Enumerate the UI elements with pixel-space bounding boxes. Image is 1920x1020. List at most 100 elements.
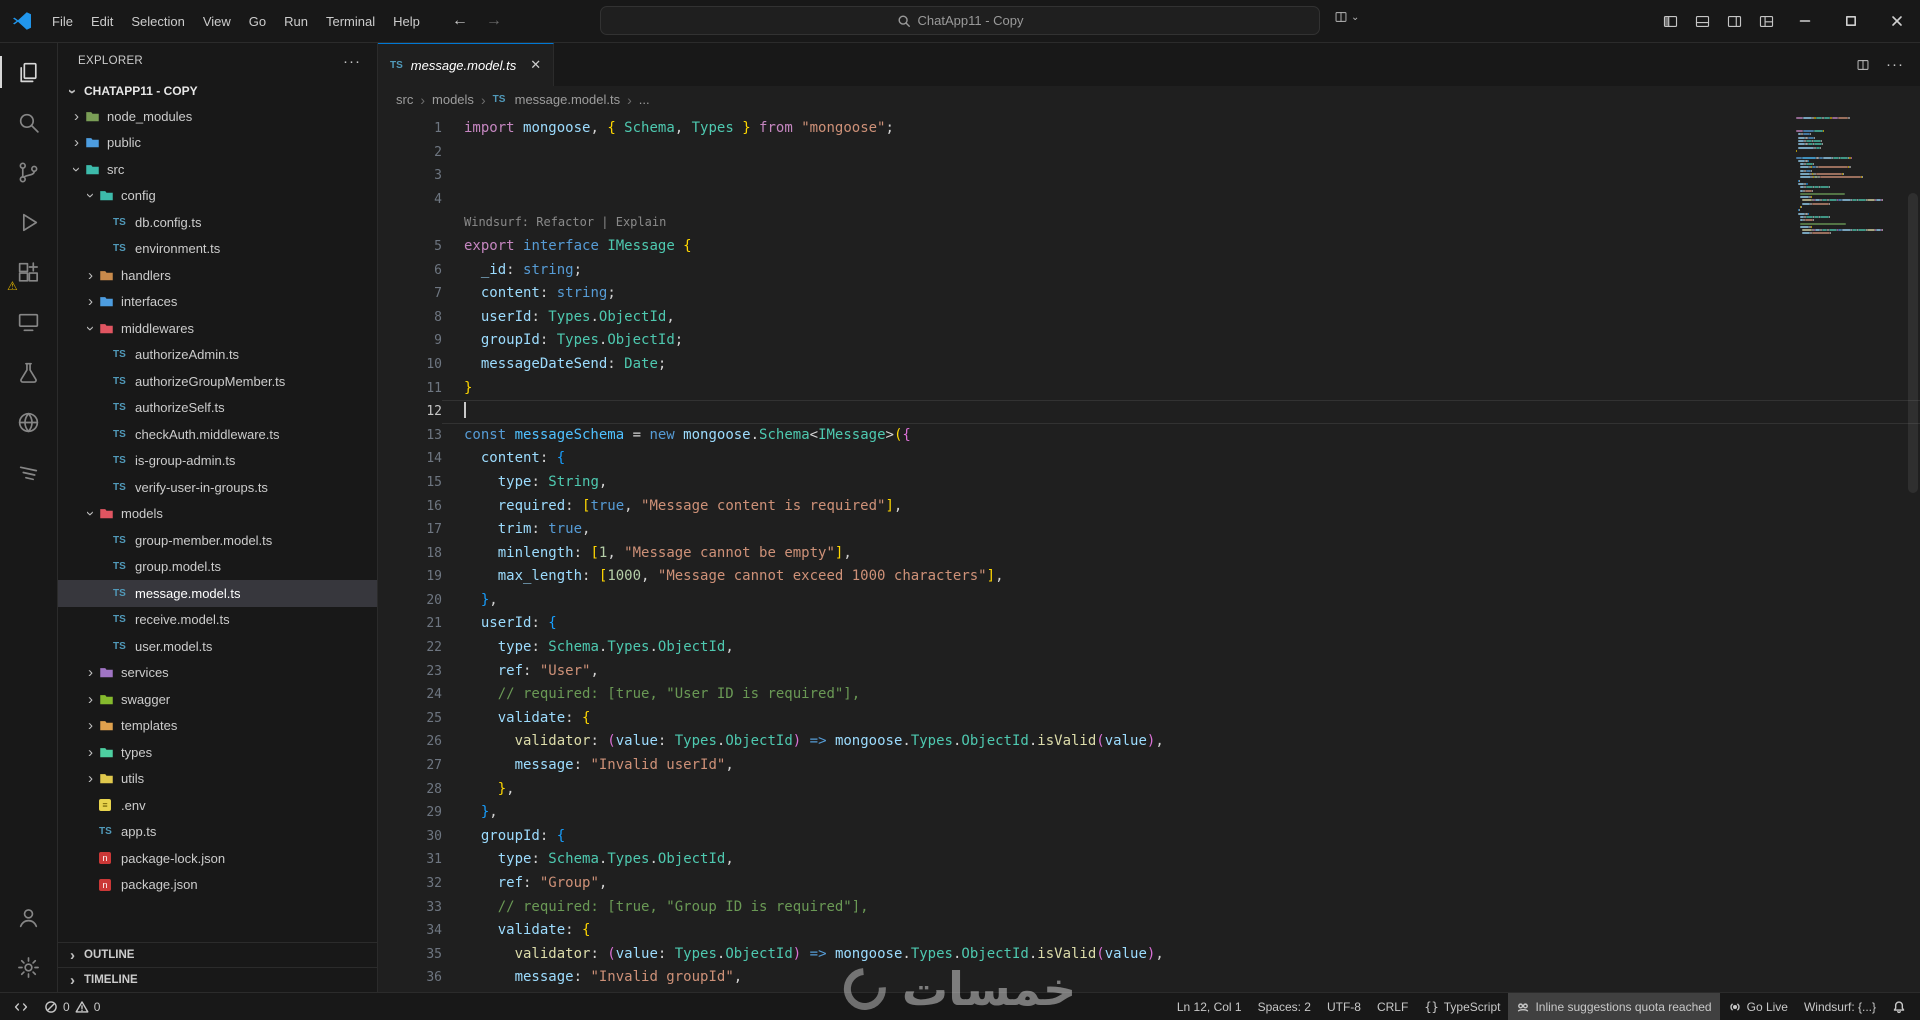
toggle-panel-right-button[interactable]: [1718, 6, 1750, 36]
tree-item-swagger[interactable]: › swagger: [58, 686, 377, 713]
customize-layout-button[interactable]: [1750, 6, 1782, 36]
tree-item-interfaces[interactable]: › interfaces: [58, 289, 377, 316]
tree-item-app-ts[interactable]: TS app.ts: [58, 819, 377, 846]
menu-edit[interactable]: Edit: [82, 10, 122, 33]
code-line-text[interactable]: message: "Invalid userId",: [442, 754, 1920, 778]
code-line-text[interactable]: [442, 188, 1920, 212]
section-outline[interactable]: › OUTLINE: [58, 942, 377, 967]
menu-go[interactable]: Go: [240, 10, 275, 33]
command-center-search[interactable]: ChatApp11 - Copy: [600, 6, 1320, 35]
code-line-text[interactable]: type: Schema.Types.ObjectId,: [442, 636, 1920, 660]
code-line-text[interactable]: [442, 400, 1920, 424]
tree-item-models[interactable]: › models: [58, 501, 377, 528]
menu-terminal[interactable]: Terminal: [317, 10, 384, 33]
code-line-text[interactable]: content: string;: [442, 282, 1920, 306]
editor-more-actions-icon[interactable]: ···: [1886, 56, 1904, 73]
code-line-text[interactable]: message: "Invalid groupId",: [442, 966, 1920, 990]
tree-item-public[interactable]: › public: [58, 130, 377, 157]
breadcrumb-item[interactable]: TS message.model.ts: [493, 92, 621, 107]
tree-item-utils[interactable]: › utils: [58, 766, 377, 793]
tree-item-node-modules[interactable]: › node_modules: [58, 103, 377, 130]
breadcrumb-item[interactable]: src: [396, 92, 413, 107]
maximize-button[interactable]: [1828, 0, 1874, 42]
code-line-text[interactable]: export interface IMessage {: [442, 235, 1920, 259]
eol-status[interactable]: CRLF: [1369, 993, 1416, 1020]
go-live-button[interactable]: Go Live: [1720, 993, 1796, 1020]
history-back-button[interactable]: ←: [452, 12, 468, 30]
code-line-text[interactable]: type: Schema.Types.ObjectId,: [442, 848, 1920, 872]
code-line-text[interactable]: [442, 141, 1920, 165]
code-line-text[interactable]: validator: (value: Types.ObjectId) => mo…: [442, 730, 1920, 754]
tree-item-receive-model-ts[interactable]: TS receive.model.ts: [58, 607, 377, 634]
indentation-status[interactable]: Spaces: 2: [1250, 993, 1319, 1020]
tree-item-src[interactable]: › src: [58, 156, 377, 183]
code-line-text[interactable]: import mongoose, { Schema, Types } from …: [442, 117, 1920, 141]
activity-bar-search[interactable]: [0, 97, 57, 147]
tree-item-package-lock-json[interactable]: n package-lock.json: [58, 845, 377, 872]
tree-item-authorizeadmin-ts[interactable]: TS authorizeAdmin.ts: [58, 342, 377, 369]
menu-file[interactable]: File: [43, 10, 82, 33]
windsurf-codelens[interactable]: Windsurf: Refactor | Explain: [442, 211, 1920, 235]
code-editor[interactable]: 1 import mongoose, { Schema, Types } from…: [378, 113, 1920, 992]
tree-item-templates[interactable]: › templates: [58, 713, 377, 740]
activity-bar-accounts[interactable]: [0, 892, 57, 942]
activity-bar-testing[interactable]: [0, 347, 57, 397]
tree-item-authorizeself-ts[interactable]: TS authorizeSelf.ts: [58, 395, 377, 422]
tree-item-checkauth-middleware-ts[interactable]: TS checkAuth.middleware.ts: [58, 421, 377, 448]
tree-item-is-group-admin-ts[interactable]: TS is-group-admin.ts: [58, 448, 377, 475]
remote-indicator[interactable]: [6, 993, 36, 1020]
menu-view[interactable]: View: [194, 10, 240, 33]
cursor-position[interactable]: Ln 12, Col 1: [1169, 993, 1250, 1020]
layout-dropdown-button[interactable]: ⌄: [1334, 10, 1359, 24]
code-line-text[interactable]: content: {: [442, 447, 1920, 471]
menu-run[interactable]: Run: [275, 10, 317, 33]
code-line-text[interactable]: }: [442, 377, 1920, 401]
code-line-text[interactable]: },: [442, 778, 1920, 802]
code-line-text[interactable]: messageDateSend: Date;: [442, 353, 1920, 377]
tree-item-types[interactable]: › types: [58, 739, 377, 766]
inline-suggestions-status[interactable]: Inline suggestions quota reached: [1508, 993, 1720, 1020]
code-line-text[interactable]: const messageSchema = new mongoose.Schem…: [442, 424, 1920, 448]
code-line-text[interactable]: max_length: [1000, "Message cannot excee…: [442, 565, 1920, 589]
code-line-text[interactable]: type: String,: [442, 471, 1920, 495]
activity-bar-extension-custom[interactable]: [0, 397, 57, 447]
code-line-text[interactable]: ref: "Group",: [442, 872, 1920, 896]
code-line-text[interactable]: validator: (value: Types.ObjectId) => mo…: [442, 943, 1920, 967]
minimize-button[interactable]: [1782, 0, 1828, 42]
toggle-panel-bottom-button[interactable]: [1686, 6, 1718, 36]
code-line-text[interactable]: groupId: Types.ObjectId;: [442, 329, 1920, 353]
code-line-text[interactable]: userId: {: [442, 612, 1920, 636]
tree-item-db-config-ts[interactable]: TS db.config.ts: [58, 209, 377, 236]
split-editor-icon[interactable]: [1856, 58, 1870, 72]
history-forward-button[interactable]: →: [486, 12, 502, 30]
tree-item-authorizegroupmember-ts[interactable]: TS authorizeGroupMember.ts: [58, 368, 377, 395]
toggle-panel-left-button[interactable]: [1654, 6, 1686, 36]
tab-message-model-ts[interactable]: TS message.model.ts ✕: [378, 43, 555, 86]
tree-item-verify-user-in-groups-ts[interactable]: TS verify-user-in-groups.ts: [58, 474, 377, 501]
code-line-text[interactable]: },: [442, 589, 1920, 613]
activity-bar-run-and-debug[interactable]: [0, 197, 57, 247]
windsurf-status[interactable]: Windsurf: {...}: [1796, 993, 1884, 1020]
notifications-bell[interactable]: [1884, 993, 1914, 1020]
tree-item-user-model-ts[interactable]: TS user.model.ts: [58, 633, 377, 660]
language-mode[interactable]: {} TypeScript: [1416, 993, 1508, 1020]
code-line-text[interactable]: minlength: [1, "Message cannot be empty"…: [442, 542, 1920, 566]
activity-bar-extensions[interactable]: ⚠: [0, 247, 57, 297]
code-line-text[interactable]: // required: [true, "Group ID is require…: [442, 896, 1920, 920]
tree-item-group-model-ts[interactable]: TS group.model.ts: [58, 554, 377, 581]
code-line-text[interactable]: trim: true,: [442, 518, 1920, 542]
explorer-more-actions-icon[interactable]: ···: [343, 53, 361, 70]
code-line-text[interactable]: validate: {: [442, 707, 1920, 731]
tab-close-icon[interactable]: ✕: [530, 57, 541, 73]
breadcrumb-item[interactable]: models: [432, 92, 474, 107]
code-line-text[interactable]: groupId: {: [442, 825, 1920, 849]
code-line-text[interactable]: validate: {: [442, 919, 1920, 943]
menu-selection[interactable]: Selection: [122, 10, 193, 33]
breadcrumb-item[interactable]: ...: [639, 92, 650, 107]
tree-item-middlewares[interactable]: › middlewares: [58, 315, 377, 342]
activity-bar-windsurf[interactable]: [0, 447, 57, 497]
tree-item-environment-ts[interactable]: TS environment.ts: [58, 236, 377, 263]
tree-item-message-model-ts[interactable]: TS message.model.ts: [58, 580, 377, 607]
code-line-text[interactable]: required: [true, "Message content is req…: [442, 495, 1920, 519]
code-line-text[interactable]: // required: [true, "User ID is required…: [442, 683, 1920, 707]
